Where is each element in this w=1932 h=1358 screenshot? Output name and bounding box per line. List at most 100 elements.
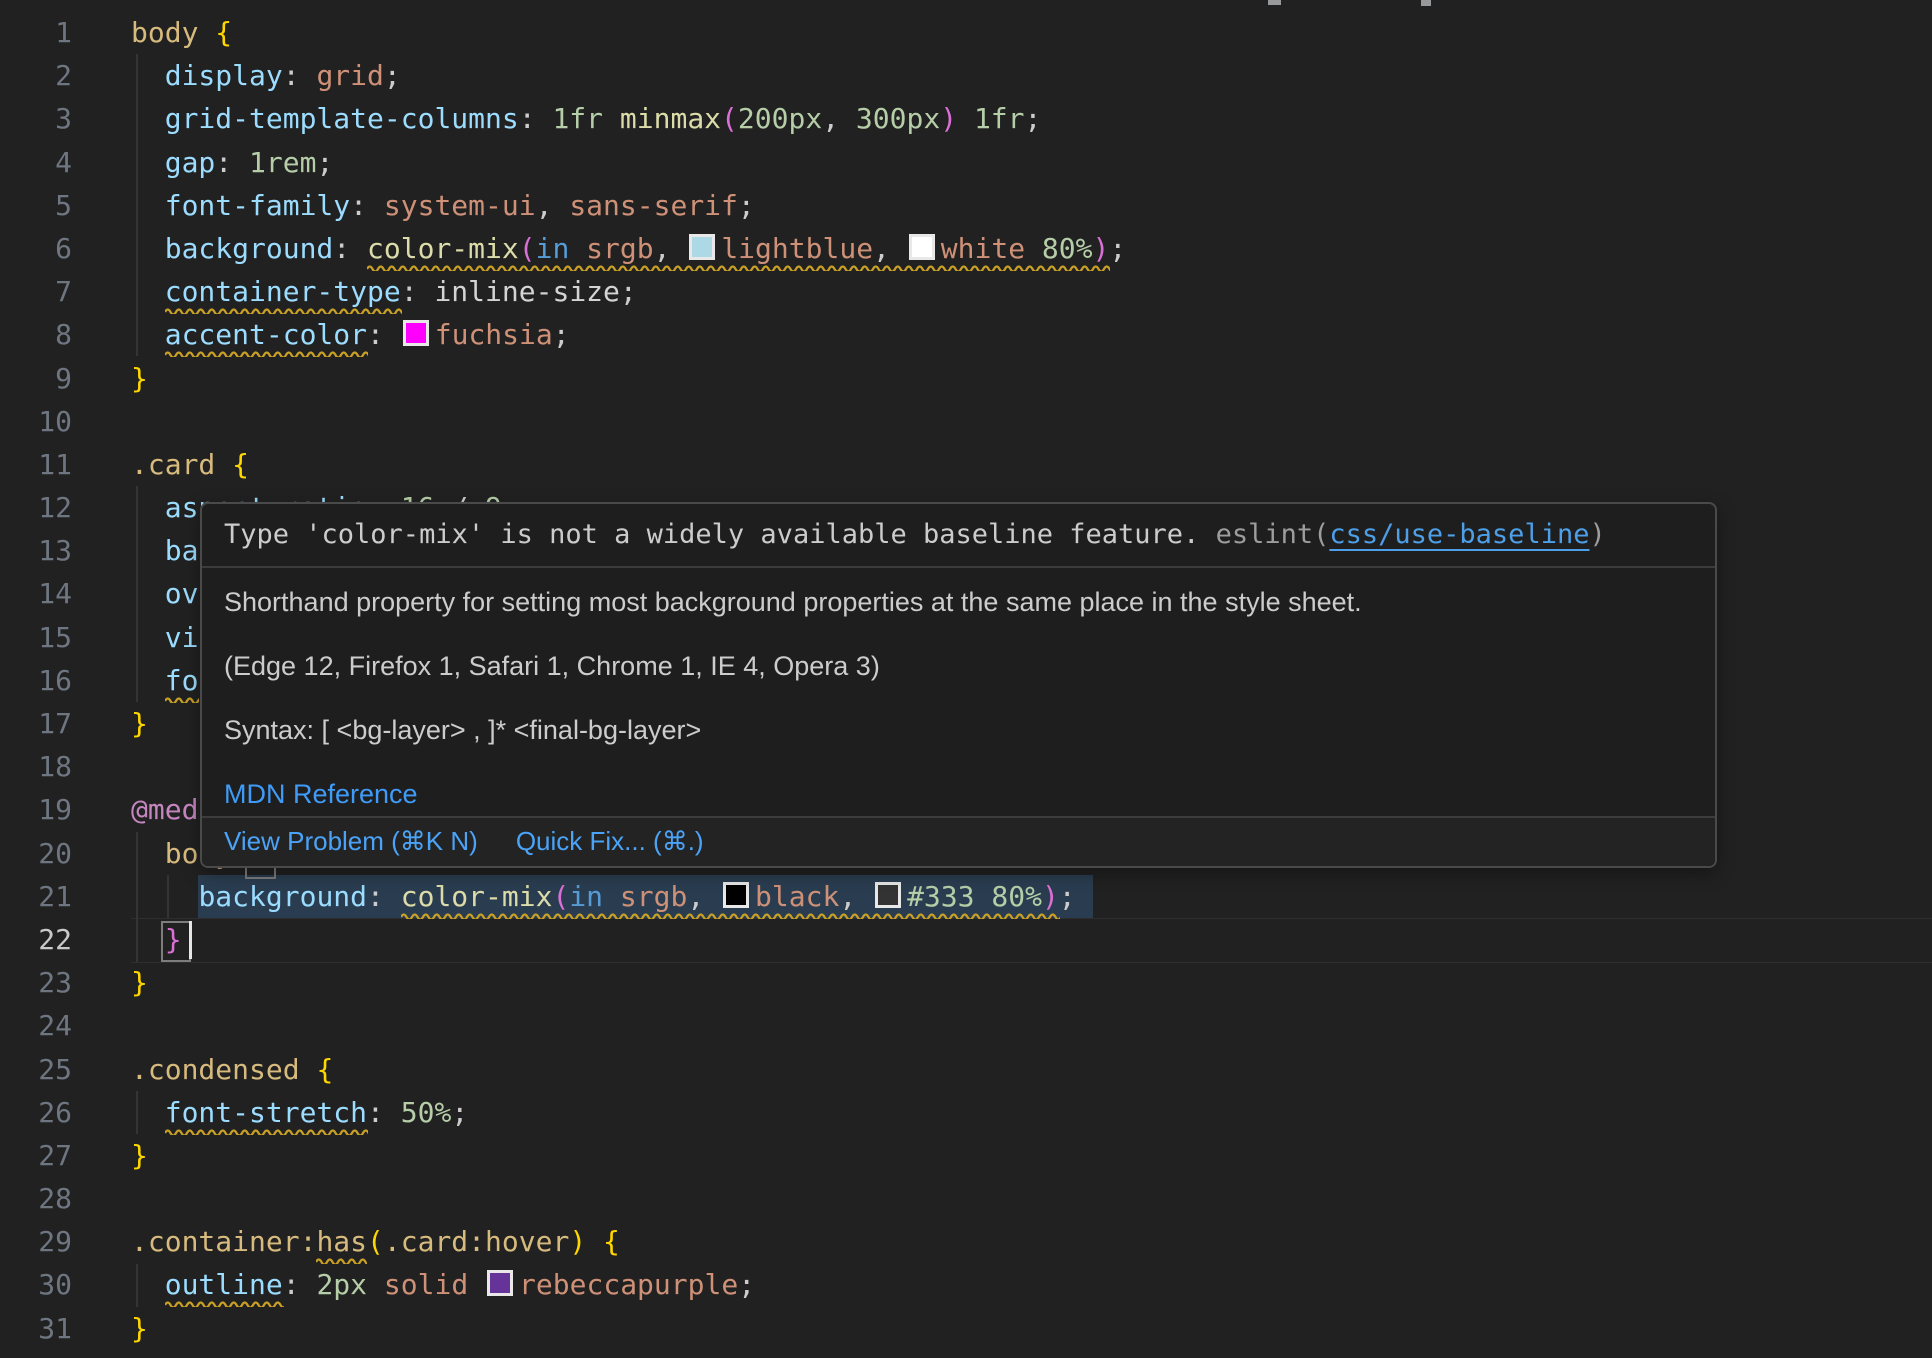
code-token: { [232,448,249,481]
color-swatch[interactable] [875,882,901,908]
code-token: ) [1093,232,1110,265]
warning-squiggle-region: color-mix(in srgb, black, #333 80%) [401,880,1059,913]
line-number: 8 [0,313,72,356]
code-token: : [401,275,418,308]
code-line-25[interactable]: .condensed { [131,1048,1932,1091]
code-token: , [873,232,907,265]
line-number: 23 [0,961,72,1004]
line-number: 16 [0,659,72,702]
eslint-rule-link[interactable]: css/use-baseline [1329,519,1589,550]
code-token: rebeccapurple [519,1268,738,1301]
code-line-31[interactable]: } [131,1307,1932,1350]
code-line-2[interactable]: display: grid; [131,54,1932,97]
code-line-24[interactable] [131,1004,1932,1047]
code-token: } [131,707,148,740]
code-token: , [687,880,721,913]
code-line-9[interactable]: } [131,357,1932,400]
code-token [468,1268,485,1301]
code-token [131,102,165,135]
code-token: outline [165,1268,283,1301]
code-token: color-mix [367,232,519,265]
line-number: 26 [0,1091,72,1134]
code-token: : [215,146,232,179]
code-token: ( [552,880,569,913]
code-line-6[interactable]: background: color-mix(in srgb, lightblue… [131,227,1932,270]
code-token [418,275,435,308]
code-line-11[interactable]: .card { [131,443,1932,486]
code-token: : [283,1268,300,1301]
code-line-27[interactable]: } [131,1134,1932,1177]
line-number: 11 [0,443,72,486]
code-line-29[interactable]: .container:has(.card:hover) { [131,1220,1932,1263]
code-editor[interactable]: 1234567891011121314151617181920212223242… [0,0,1932,1358]
hover-tooltip: Type 'color-mix' is not a widely availab… [200,502,1717,868]
code-line-1[interactable]: body { [131,11,1932,54]
line-number: 18 [0,745,72,788]
code-line-7[interactable]: container-type: inline-size; [131,270,1932,313]
code-line-4[interactable]: gap: 1rem; [131,141,1932,184]
code-token: .card [131,448,215,481]
code-token: ; [451,1096,468,1129]
color-swatch[interactable] [403,320,429,346]
color-swatch[interactable] [723,882,749,908]
code-token: : [519,102,536,135]
code-token: display [165,59,283,92]
line-number: 24 [0,1004,72,1047]
code-token [232,146,249,179]
code-line-3[interactable]: grid-template-columns: 1fr minmax(200px,… [131,97,1932,140]
code-token: , [536,189,553,222]
code-token [586,1225,603,1258]
code-token: lightblue [721,232,873,265]
mdn-reference-link[interactable]: MDN Reference [224,779,418,809]
warning-squiggle-region: accent-color [165,318,367,351]
code-token: ) [940,102,957,135]
code-token: gap [165,146,216,179]
code-token: #333 [907,880,974,913]
code-token: solid [384,1268,468,1301]
code-token: font-family [165,189,350,222]
code-token: font-stretch [165,1096,367,1129]
code-token: } [131,362,148,395]
code-token [131,146,165,179]
line-number: 9 [0,357,72,400]
code-token [367,1268,384,1301]
code-token: 1fr [974,102,1025,135]
code-line-21[interactable]: background: color-mix(in srgb, black, #3… [131,875,1932,918]
code-line-28[interactable] [131,1177,1932,1220]
warning-squiggle-region: color-mix(in srgb, lightblue, white 80%) [367,232,1109,265]
code-token [603,880,620,913]
code-token: ; [553,318,570,351]
code-line-26[interactable]: font-stretch: 50%; [131,1091,1932,1134]
code-token [131,232,165,265]
color-swatch[interactable] [909,234,935,260]
code-line-10[interactable] [131,400,1932,443]
view-problem-action[interactable]: View Problem (⌘K N) [224,826,478,856]
code-line-8[interactable]: accent-color: fuchsia; [131,313,1932,356]
warning-squiggle-region: font-stretch [165,1096,367,1129]
line-number: 6 [0,227,72,270]
code-token: ) [569,1225,586,1258]
warning-squiggle-region: fo [165,664,199,697]
code-token: .card:hover [384,1225,569,1258]
code-line-5[interactable]: font-family: system-ui, sans-serif; [131,184,1932,227]
code-token: 2px [316,1268,367,1301]
code-token: ( [721,102,738,135]
code-token [300,1053,317,1086]
code-token: : [283,59,300,92]
eslint-source-prefix: eslint( [1199,519,1329,550]
color-swatch[interactable] [689,234,715,260]
color-swatch[interactable] [487,1270,513,1296]
code-line-30[interactable]: outline: 2px solid rebeccapurple; [131,1263,1932,1306]
line-number: 28 [0,1177,72,1220]
code-line-22[interactable]: } [131,918,1932,961]
code-token [131,491,165,524]
quick-fix-action[interactable]: Quick Fix... (⌘.) [516,826,704,856]
code-token: background [165,232,334,265]
code-token: } [131,1139,148,1172]
code-token [384,1096,401,1129]
code-line-23[interactable]: } [131,961,1932,1004]
code-token: ; [738,1268,755,1301]
code-token [131,923,165,956]
code-token [131,1096,165,1129]
code-token: 200px [738,102,822,135]
